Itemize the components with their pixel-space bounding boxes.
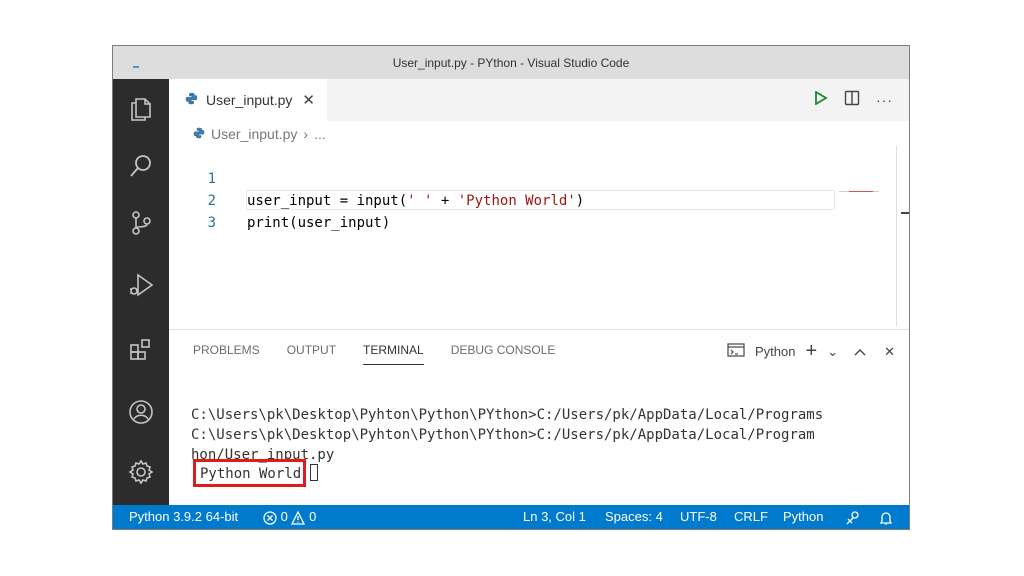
- tab-problems[interactable]: PROBLEMS: [193, 343, 260, 365]
- string-token: 'Python World': [457, 193, 576, 209]
- editor-area: User_input.py ✕ ··· User_input.py › ... …: [169, 79, 909, 329]
- close-tab-icon[interactable]: ✕: [302, 91, 315, 109]
- tab-label: User_input.py: [206, 92, 293, 108]
- vscode-window: User_input.py - PYthon - Visual Studio C…: [112, 45, 910, 530]
- add-terminal-icon[interactable]: +: [806, 340, 818, 363]
- code-token: print(user_input): [247, 215, 391, 231]
- panel-actions: Python + ⌄ ✕: [727, 340, 895, 363]
- breadcrumb: User_input.py › ...: [193, 126, 326, 142]
- search-icon[interactable]: [113, 146, 169, 186]
- encoding[interactable]: UTF-8: [680, 505, 717, 529]
- title-bar: User_input.py - PYthon - Visual Studio C…: [113, 46, 909, 79]
- cursor-position[interactable]: Ln 3, Col 1: [523, 505, 586, 529]
- python-interpreter[interactable]: Python 3.9.2 64-bit: [129, 505, 238, 529]
- panel-tabs: PROBLEMS OUTPUT TERMINAL DEBUG CONSOLE: [193, 343, 555, 365]
- bottom-panel: PROBLEMS OUTPUT TERMINAL DEBUG CONSOLE P…: [169, 329, 909, 505]
- run-file-icon[interactable]: [814, 89, 828, 110]
- indentation[interactable]: Spaces: 4: [605, 505, 663, 529]
- line-ending[interactable]: CRLF: [734, 505, 768, 529]
- highlight-box: [193, 459, 306, 487]
- tab-user-input[interactable]: User_input.py ✕: [169, 79, 327, 121]
- maximize-panel-icon[interactable]: [854, 344, 866, 359]
- more-actions-icon[interactable]: ···: [876, 92, 893, 108]
- breadcrumb-more[interactable]: ...: [314, 126, 326, 142]
- tab-bar: User_input.py ✕ ···: [169, 79, 909, 121]
- problems-summary[interactable]: 0 0: [263, 505, 316, 529]
- editor-actions: ···: [814, 79, 893, 121]
- language-mode[interactable]: Python: [783, 505, 823, 529]
- code-line: 3: [169, 190, 236, 231]
- run-debug-icon[interactable]: [113, 265, 169, 305]
- scroll-position-indicator: [901, 212, 909, 214]
- terminal-line: C:\Users\pk\Desktop\Pyhton\Python\PYthon…: [191, 407, 824, 423]
- chevron-down-icon[interactable]: ⌄: [827, 344, 838, 360]
- status-bar: Python 3.9.2 64-bit 0 0 Ln 3, Col 1 Spac…: [113, 505, 909, 529]
- error-count: 0: [280, 509, 288, 524]
- close-panel-icon[interactable]: ✕: [884, 344, 895, 360]
- python-file-icon: [193, 126, 205, 142]
- terminal-line: C:\Users\pk\Desktop\Pyhton\Python\PYthon…: [191, 427, 815, 443]
- code-token: +: [432, 193, 458, 209]
- breadcrumb-file[interactable]: User_input.py: [211, 126, 297, 142]
- code-token: ): [575, 193, 585, 209]
- warning-count: 0: [309, 509, 317, 524]
- split-editor-icon[interactable]: [844, 90, 860, 111]
- explorer-icon[interactable]: [113, 89, 169, 129]
- tab-output[interactable]: OUTPUT: [287, 343, 336, 365]
- terminal-icon: [727, 343, 745, 360]
- menu-indicator: [133, 66, 139, 68]
- terminal-cursor: [310, 464, 318, 481]
- breadcrumb-separator: ›: [303, 126, 309, 142]
- code-token: user_input = input(: [247, 193, 408, 209]
- tab-debug-console[interactable]: DEBUG CONSOLE: [451, 343, 556, 365]
- warning-icon: [291, 509, 309, 525]
- code-line: 1 user_input = input(' ' + 'Python World…: [169, 146, 585, 209]
- minimap-marker: [849, 191, 873, 192]
- notifications-bell-icon[interactable]: [879, 505, 893, 529]
- error-icon: [263, 509, 281, 525]
- feedback-icon[interactable]: [845, 505, 861, 529]
- terminal-selector[interactable]: Python: [755, 344, 795, 359]
- python-file-icon: [185, 92, 198, 108]
- extensions-icon[interactable]: [113, 329, 169, 369]
- accounts-icon[interactable]: [113, 392, 169, 432]
- line-number: 3: [207, 215, 216, 231]
- code-line: 2 print(user_input): [169, 168, 391, 231]
- activity-bar: [113, 79, 169, 505]
- window-title: User_input.py - PYthon - Visual Studio C…: [392, 55, 630, 70]
- settings-gear-icon[interactable]: [113, 452, 169, 492]
- editor-scrollbar[interactable]: [896, 146, 909, 326]
- string-token: ' ': [407, 193, 433, 209]
- source-control-icon[interactable]: [113, 203, 169, 243]
- tab-terminal[interactable]: TERMINAL: [363, 343, 424, 365]
